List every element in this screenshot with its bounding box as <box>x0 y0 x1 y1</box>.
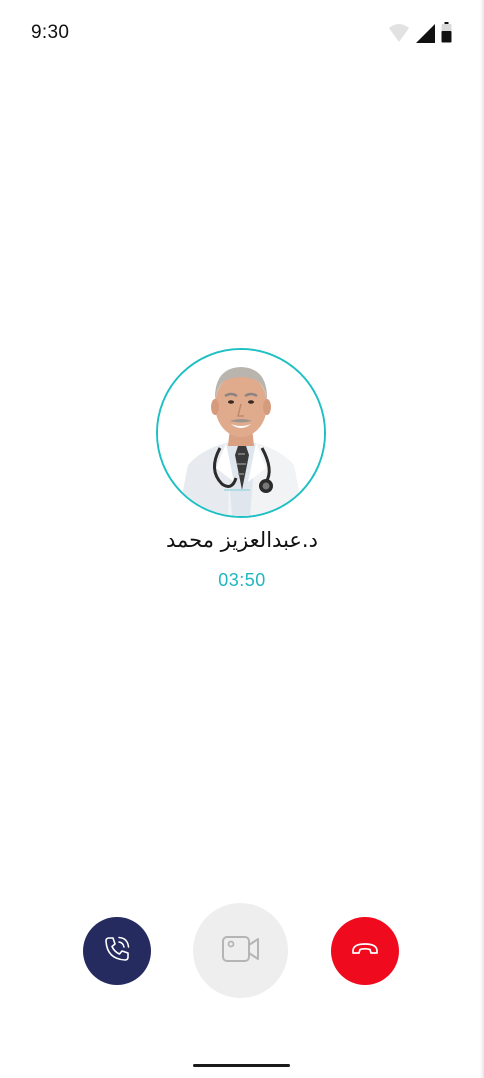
caller-name: د.عبدالعزيز محمد <box>166 528 318 552</box>
doctor-portrait-icon <box>158 350 324 516</box>
end-call-button[interactable] <box>331 917 399 985</box>
caller-avatar <box>156 348 326 518</box>
wifi-icon <box>388 23 410 47</box>
phone-icon <box>102 934 132 968</box>
status-time: 9:30 <box>31 22 70 43</box>
video-camera-icon <box>220 932 262 970</box>
battery-icon <box>441 22 452 47</box>
status-bar: 9:30 <box>0 0 484 68</box>
video-button[interactable] <box>193 903 288 998</box>
signal-icon <box>416 24 435 47</box>
home-indicator[interactable] <box>193 1064 290 1067</box>
status-icons <box>388 22 452 47</box>
call-timer: 03:50 <box>218 570 266 590</box>
phone-button[interactable] <box>83 917 151 985</box>
hang-up-icon <box>351 941 379 961</box>
